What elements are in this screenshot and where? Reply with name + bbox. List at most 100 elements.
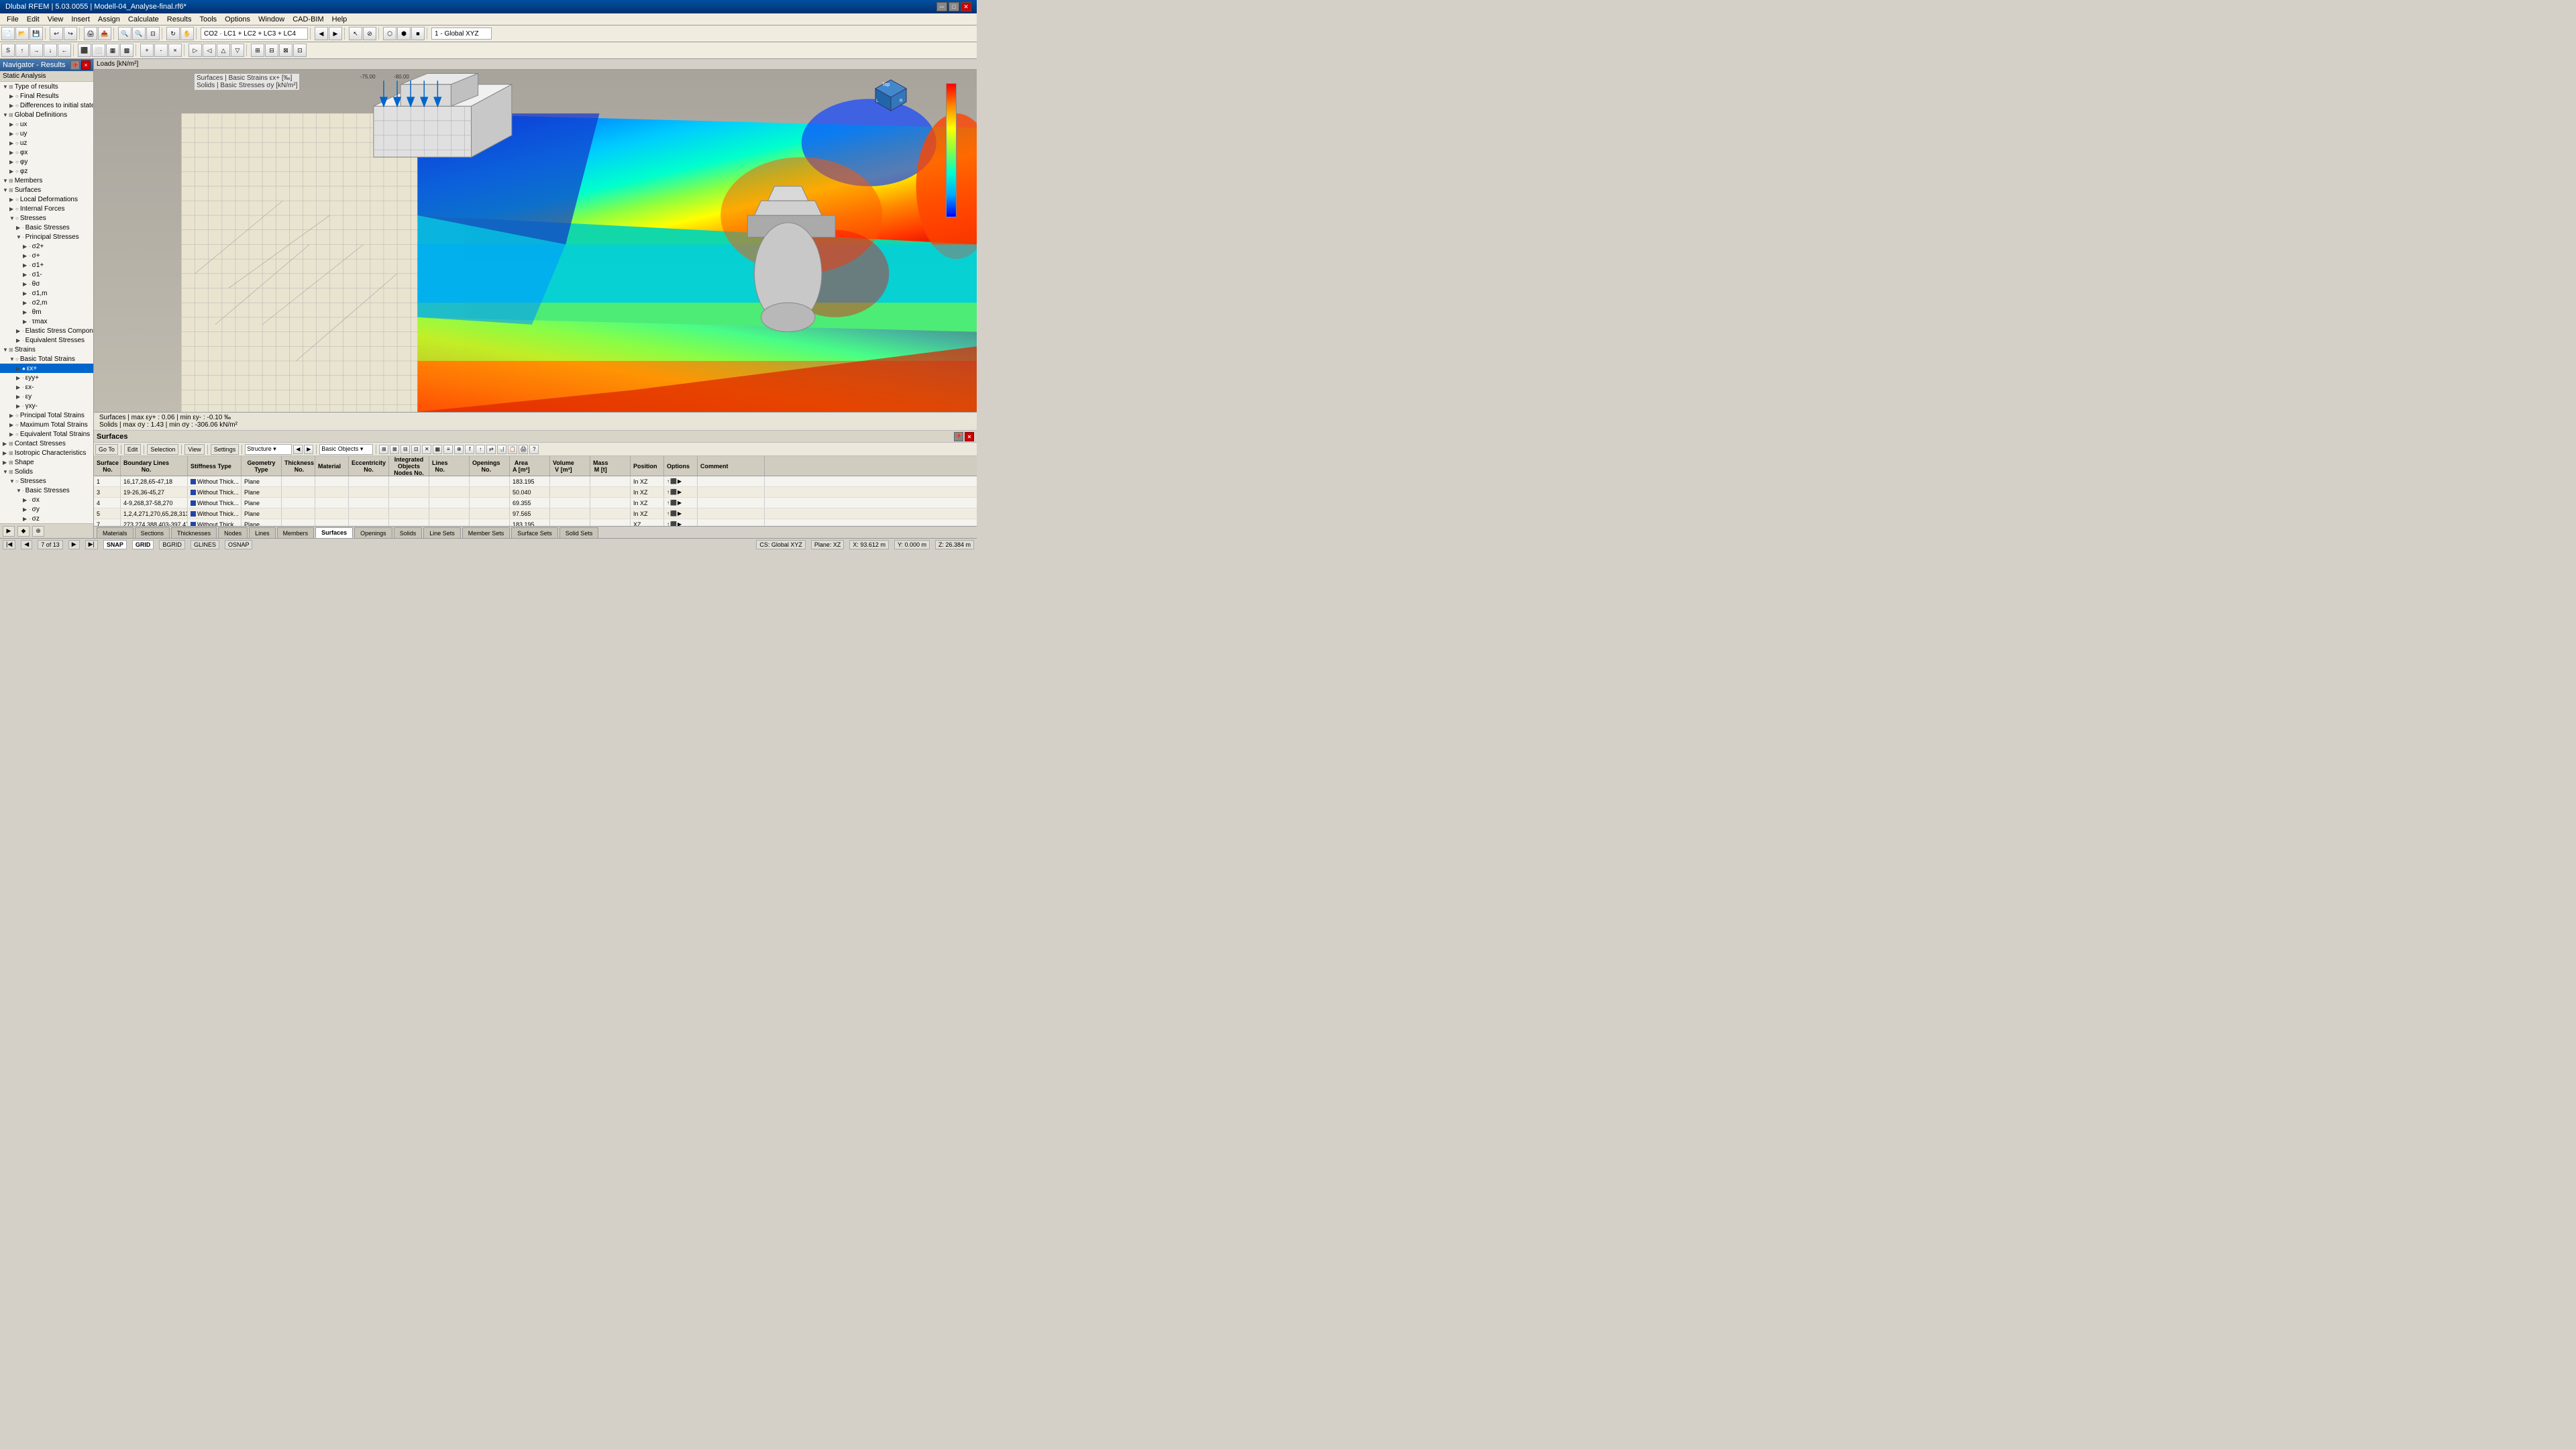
res-tb-icon14[interactable]: 🖨 <box>519 445 528 454</box>
tab-line-sets[interactable]: Line Sets <box>423 527 461 538</box>
tb2-20[interactable]: ⊡ <box>293 44 307 57</box>
tree-item-40[interactable]: ▶⊞Shape <box>0 458 93 467</box>
tree-item-33[interactable]: ▶·εy <box>0 392 93 401</box>
tb-export[interactable]: 📤 <box>98 27 111 40</box>
tab-lines[interactable]: Lines <box>249 527 276 538</box>
tree-item-25[interactable]: ▶·τmax <box>0 317 93 326</box>
tree-item-44[interactable]: ▶·σx <box>0 495 93 504</box>
menu-insert[interactable]: Insert <box>67 13 94 25</box>
tb-wire[interactable]: ⬡ <box>383 27 396 40</box>
tree-item-45[interactable]: ▶·σy <box>0 504 93 514</box>
tb2-11[interactable]: - <box>154 44 168 57</box>
tree-item-30[interactable]: ▶●εx+ <box>0 364 93 373</box>
tree-item-32[interactable]: ▶·εx- <box>0 382 93 392</box>
menu-calculate[interactable]: Calculate <box>124 13 163 25</box>
menu-tools[interactable]: Tools <box>195 13 221 25</box>
tb-zoom-out[interactable]: 🔍 <box>132 27 146 40</box>
tb2-18[interactable]: ⊟ <box>265 44 278 57</box>
tb-deselect[interactable]: ⊘ <box>363 27 376 40</box>
nav-footer-btn1[interactable]: ▶ <box>3 526 15 537</box>
tb-undo[interactable]: ↩ <box>50 27 63 40</box>
tree-item-28[interactable]: ▼⊞Strains <box>0 345 93 354</box>
tb-shade[interactable]: ■ <box>411 27 425 40</box>
tree-item-8[interactable]: ▶○φy <box>0 157 93 166</box>
menu-window[interactable]: Window <box>254 13 288 25</box>
results-view[interactable]: View <box>184 444 204 455</box>
tree-item-11[interactable]: ▼⊞Surfaces <box>0 185 93 195</box>
tb2-5[interactable]: ← <box>58 44 71 57</box>
tb2-16[interactable]: ▽ <box>231 44 244 57</box>
tree-item-34[interactable]: ▶·γxy- <box>0 401 93 411</box>
menu-edit[interactable]: Edit <box>23 13 44 25</box>
tree-item-13[interactable]: ▶○Internal Forces <box>0 204 93 213</box>
tb2-8[interactable]: ▦ <box>106 44 119 57</box>
tree-item-20[interactable]: ▶·σ1- <box>0 270 93 279</box>
tree-item-42[interactable]: ▼○Stresses <box>0 476 93 486</box>
res-tb-icon13[interactable]: 📋 <box>508 445 517 454</box>
res-prev-btn[interactable]: ◀ <box>293 445 303 454</box>
res-tb-icon6[interactable]: ▦ <box>433 445 442 454</box>
tree-item-38[interactable]: ▶⊞Contact Stresses <box>0 439 93 448</box>
tree-item-37[interactable]: ▶○Equivalent Total Strains <box>0 429 93 439</box>
tree-item-43[interactable]: ▼·Basic Stresses <box>0 486 93 495</box>
res-tb-icon12[interactable]: 📊 <box>497 445 506 454</box>
menu-options[interactable]: Options <box>221 13 254 25</box>
minimize-button[interactable]: ─ <box>936 2 947 11</box>
tree-item-4[interactable]: ▶○ux <box>0 119 93 129</box>
tree-item-14[interactable]: ▼○Stresses <box>0 213 93 223</box>
results-settings[interactable]: Settings <box>211 444 239 455</box>
nav-pin-button[interactable]: 📌 <box>70 60 80 70</box>
tb2-15[interactable]: △ <box>217 44 230 57</box>
tree-item-46[interactable]: ▶·σz <box>0 514 93 523</box>
res-tb-icon3[interactable]: ⊟ <box>400 445 410 454</box>
tree-item-22[interactable]: ▶·σ1,m <box>0 288 93 298</box>
tb-rotate[interactable]: ↻ <box>166 27 180 40</box>
status-bgrid[interactable]: BGRID <box>159 540 185 549</box>
tab-nodes[interactable]: Nodes <box>218 527 248 538</box>
tab-openings[interactable]: Openings <box>354 527 392 538</box>
res-tb-icon7[interactable]: ≡ <box>443 445 453 454</box>
status-grid[interactable]: GRID <box>132 540 154 549</box>
tree-item-23[interactable]: ▶·σ2,m <box>0 298 93 307</box>
tb2-1[interactable]: S <box>1 44 15 57</box>
table-row-1[interactable]: 319-26,36-45,27Without Thick...Plane50.0… <box>94 487 977 498</box>
tree-item-35[interactable]: ▶○Principal Total Strains <box>0 411 93 420</box>
tree-item-10[interactable]: ▼⊞Members <box>0 176 93 185</box>
tree-item-36[interactable]: ▶○Maximum Total Strains <box>0 420 93 429</box>
tb2-4[interactable]: ↓ <box>44 44 57 57</box>
tb2-13[interactable]: ▷ <box>189 44 202 57</box>
tree-item-31[interactable]: ▶·εyy+ <box>0 373 93 382</box>
tb-prev[interactable]: ◀ <box>315 27 328 40</box>
status-nav-first[interactable]: |◀ <box>3 540 15 549</box>
tab-surface-sets[interactable]: Surface Sets <box>511 527 558 538</box>
results-selection[interactable]: Selection <box>147 444 178 455</box>
results-edit[interactable]: Edit <box>124 444 142 455</box>
tb-zoom-fit[interactable]: ⊡ <box>146 27 160 40</box>
tb-select[interactable]: ↖ <box>349 27 362 40</box>
res-next-btn[interactable]: ▶ <box>304 445 313 454</box>
tb2-3[interactable]: → <box>30 44 43 57</box>
tree-item-12[interactable]: ▶○Local Deformations <box>0 195 93 204</box>
tree-item-21[interactable]: ▶·θσ <box>0 279 93 288</box>
tree-item-27[interactable]: ▶·Equivalent Stresses <box>0 335 93 345</box>
tree-item-6[interactable]: ▶○uz <box>0 138 93 148</box>
tree-item-16[interactable]: ▼·Principal Stresses <box>0 232 93 241</box>
status-nav-last[interactable]: ▶| <box>85 540 98 549</box>
tb-print[interactable]: 🖨 <box>84 27 97 40</box>
tb2-17[interactable]: ⊞ <box>251 44 264 57</box>
status-nav-prev[interactable]: ◀ <box>21 540 32 549</box>
tab-thicknesses[interactable]: Thicknesses <box>171 527 217 538</box>
res-tb-icon4[interactable]: ⊡ <box>411 445 421 454</box>
tree-item-0[interactable]: ▼⊞Type of results <box>0 82 93 91</box>
tree-item-41[interactable]: ▼⊞Solids <box>0 467 93 476</box>
res-tb-icon1[interactable]: ⊞ <box>379 445 388 454</box>
tree-item-9[interactable]: ▶○φz <box>0 166 93 176</box>
res-tb-icon11[interactable]: ⇄ <box>486 445 496 454</box>
tab-materials[interactable]: Materials <box>97 527 133 538</box>
table-row-0[interactable]: 116,17,28,65-47,18Without Thick...Plane1… <box>94 476 977 487</box>
tab-surfaces[interactable]: Surfaces <box>315 527 353 538</box>
tb-next[interactable]: ▶ <box>329 27 342 40</box>
tb2-12[interactable]: × <box>168 44 182 57</box>
tb-save[interactable]: 💾 <box>30 27 43 40</box>
menu-cadbim[interactable]: CAD-BIM <box>288 13 327 25</box>
